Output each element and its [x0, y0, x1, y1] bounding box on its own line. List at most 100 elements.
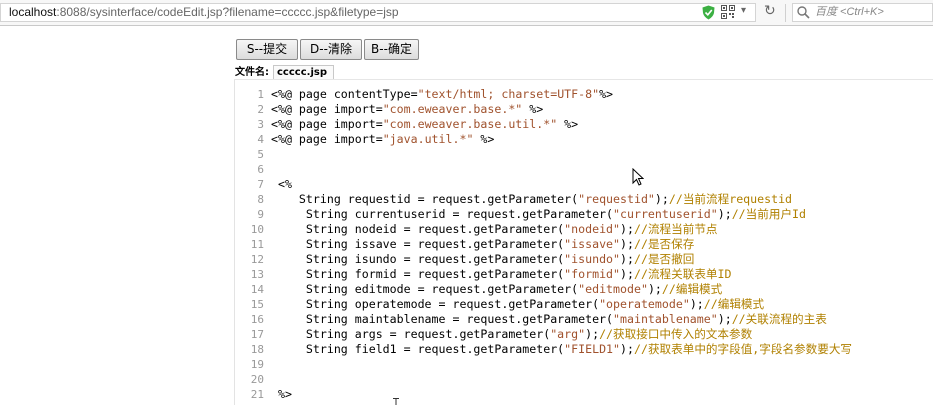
string-literal: "formid" — [564, 267, 621, 281]
code-text: <%@ page import= — [271, 117, 383, 131]
url-host: localhost — [9, 5, 57, 19]
code-comment: //获取接口中传入的文本参数 — [599, 327, 753, 341]
line-number: 19 — [250, 358, 264, 371]
code-comment: //获取表单中的字段值,字段名参数要大写 — [633, 342, 853, 356]
string-literal: "maintablename" — [613, 312, 718, 326]
code-line[interactable]: String issave = request.getParameter("is… — [271, 237, 694, 252]
qr-code-icon[interactable] — [721, 5, 735, 19]
code-editor[interactable]: 12345678910111213141516171819202122 <%@ … — [234, 79, 933, 405]
clear-button[interactable]: D--清除 — [300, 39, 362, 60]
code-text: String maintablename = request.getParame… — [271, 312, 614, 326]
code-text: ); — [717, 207, 732, 221]
address-bar[interactable]: localhost:8088/sysinterface/codeEdit.jsp… — [0, 3, 756, 22]
code-line[interactable]: String requestid = request.getParameter(… — [271, 192, 792, 207]
search-placeholder: 百度 <Ctrl+K> — [815, 6, 884, 18]
code-text: ); — [689, 297, 704, 311]
shield-icon[interactable] — [702, 5, 715, 20]
code-text: String issave = request.getParameter( — [271, 237, 565, 251]
string-literal: "requestid" — [578, 192, 655, 206]
code-text: %> — [557, 117, 579, 131]
url-path: :8088/sysinterface/codeEdit.jsp?filename… — [56, 5, 399, 19]
code-line[interactable]: %> — [271, 387, 292, 402]
line-number: 4 — [257, 133, 264, 146]
string-literal: "issave" — [564, 237, 621, 251]
code-text: String currentuserid = request.getParame… — [271, 207, 614, 221]
code-line[interactable]: String formid = request.getParameter("fo… — [271, 267, 732, 282]
search-box[interactable]: 百度 <Ctrl+K> — [792, 3, 933, 22]
file-name-row: 文件名: ccccc.jsp — [235, 65, 334, 79]
line-number: 21 — [250, 388, 264, 401]
reload-icon[interactable]: ↻ — [764, 3, 776, 19]
code-text: %> — [271, 387, 292, 401]
code-line[interactable]: String currentuserid = request.getParame… — [271, 207, 806, 222]
line-number: 7 — [257, 178, 264, 191]
code-text: String args = request.getParameter( — [271, 327, 551, 341]
code-text: ); — [654, 192, 669, 206]
line-number: 9 — [257, 208, 264, 221]
string-literal: "java.util.*" — [382, 132, 474, 146]
string-literal: "arg" — [550, 327, 586, 341]
line-number: 12 — [250, 253, 264, 266]
code-comment: //流程关联表单ID — [633, 267, 732, 281]
code-line[interactable]: String isundo = request.getParameter("is… — [271, 252, 694, 267]
confirm-button[interactable]: B--确定 — [364, 39, 419, 60]
code-text: String nodeid = request.getParameter( — [271, 222, 565, 236]
code-text: <% — [271, 177, 292, 191]
code-line[interactable]: String field1 = request.getParameter("FI… — [271, 342, 852, 357]
code-line[interactable]: String maintablename = request.getParame… — [271, 312, 827, 327]
string-literal: "editmode" — [578, 282, 648, 296]
line-number: 8 — [257, 193, 264, 206]
code-text: ); — [620, 252, 634, 266]
code-text: %> — [522, 102, 544, 116]
line-number: 17 — [250, 328, 264, 341]
string-literal: "com.eweaver.base.*" — [382, 102, 523, 116]
code-comment: //关联流程的主表 — [731, 312, 827, 326]
string-literal: "FIELD1" — [564, 342, 621, 356]
line-number: 15 — [250, 298, 264, 311]
code-text: <%@ page import= — [271, 102, 383, 116]
code-comment: //当前流程requestid — [668, 192, 793, 206]
code-text: String field1 = request.getParameter( — [271, 342, 565, 356]
code-line[interactable]: String operatemode = request.getParamete… — [271, 297, 764, 312]
line-number: 13 — [250, 268, 264, 281]
submit-button[interactable]: S--提交 — [236, 39, 298, 60]
line-number: 20 — [250, 373, 264, 386]
code-text: ); — [620, 222, 634, 236]
code-line[interactable]: String args = request.getParameter("arg"… — [271, 327, 752, 342]
code-line[interactable]: <% — [271, 177, 292, 192]
line-number: 3 — [257, 118, 264, 131]
file-name-label: 文件名: — [235, 67, 269, 78]
code-text: <%@ page import= — [271, 132, 383, 146]
code-comment: //编辑模式 — [661, 282, 723, 296]
code-comment: //当前用户Id — [731, 207, 806, 221]
line-number: 1 — [257, 88, 264, 101]
code-comment: //流程当前节点 — [633, 222, 718, 236]
code-line[interactable]: <%@ page import="com.eweaver.base.util.*… — [271, 117, 578, 132]
code-line[interactable]: String nodeid = request.getParameter("no… — [271, 222, 718, 237]
line-number: 18 — [250, 343, 264, 356]
code-text: ); — [585, 327, 600, 341]
code-text: ); — [717, 312, 732, 326]
code-line[interactable]: <%@ page import="com.eweaver.base.*" %> — [271, 102, 543, 117]
code-text: String formid = request.getParameter( — [271, 267, 565, 281]
dropdown-caret-icon[interactable]: ▾ — [741, 5, 746, 16]
string-literal: "text/html; charset=UTF-8" — [417, 87, 600, 101]
line-number: 6 — [257, 163, 264, 176]
code-comment: //编辑模式 — [703, 297, 765, 311]
string-literal: "nodeid" — [564, 222, 621, 236]
code-line[interactable]: String editmode = request.getParameter("… — [271, 282, 722, 297]
string-literal: "operatemode" — [599, 297, 690, 311]
code-text: ); — [647, 282, 662, 296]
line-number: 11 — [250, 238, 264, 251]
string-literal: "currentuserid" — [613, 207, 718, 221]
code-text: <%@ page contentType= — [271, 87, 418, 101]
code-line[interactable]: <%@ page contentType="text/html; charset… — [271, 87, 613, 102]
code-text: %> — [599, 87, 614, 101]
line-number: 10 — [250, 223, 264, 236]
string-literal: "isundo" — [564, 252, 621, 266]
line-number: 16 — [250, 313, 264, 326]
file-name-tab[interactable]: ccccc.jsp — [273, 65, 334, 79]
string-literal: "com.eweaver.base.util.*" — [382, 117, 558, 131]
code-line[interactable]: <%@ page import="java.util.*" %> — [271, 132, 494, 147]
code-text: String isundo = request.getParameter( — [271, 252, 565, 266]
